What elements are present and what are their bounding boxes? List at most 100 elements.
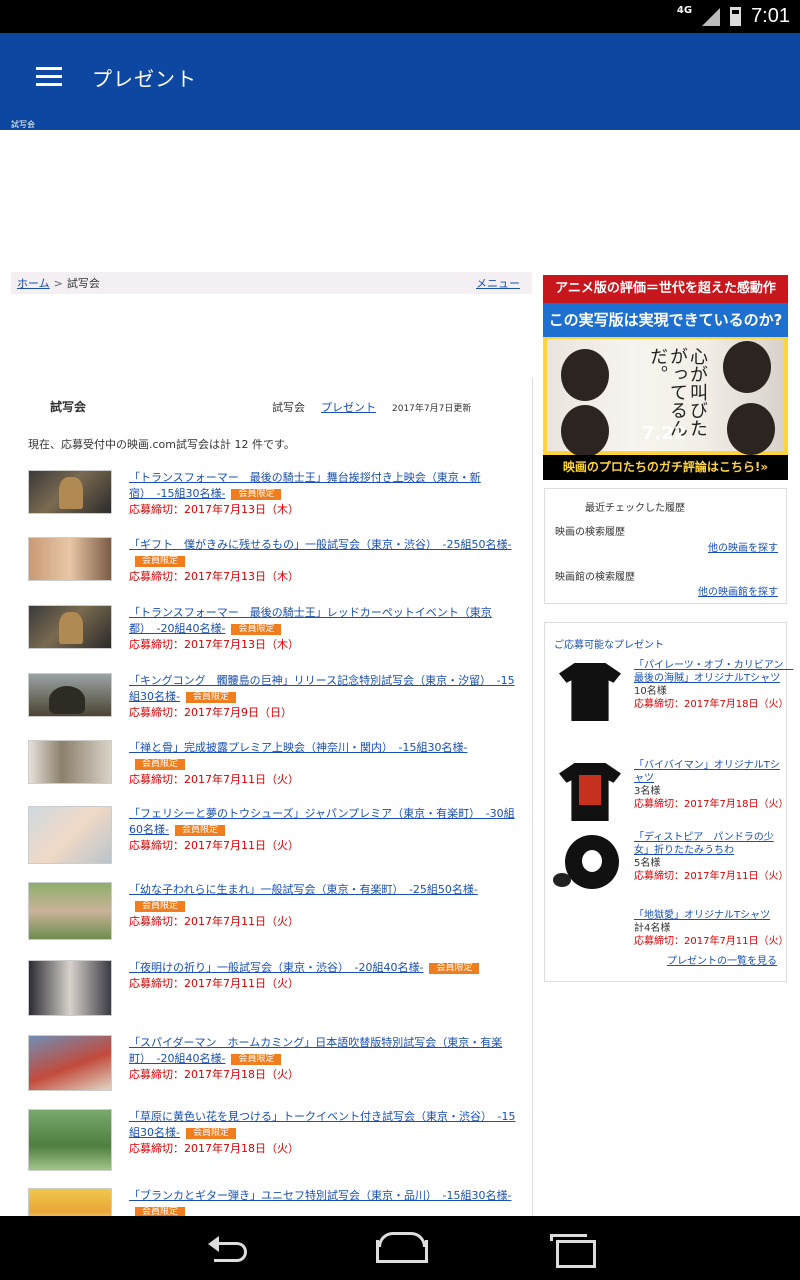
list-item: 「フェリシーと夢のトウシューズ」ジャパンプレミア（東京・有楽町） -30組60名… [28,806,523,872]
present-title-link[interactable]: 「パイレーツ・オブ・カリビアン 最後の海賊」オリジナルTシャツ [634,660,793,684]
event-thumbnail[interactable] [28,806,112,864]
list-item: 「キングコング 髑髏島の巨神」リリース記念特別試写会（東京・汐留） -15組30… [28,673,523,739]
event-thumbnail[interactable] [28,605,112,649]
event-deadline: 応募締切：2017年7月13日（木） [129,638,299,651]
list-item: 「ブランカとギター弾き」ユニセフ特別試写会（東京・品川） -15組30名様- 会員… [28,1188,523,1216]
page-title: プレゼント [92,67,197,91]
event-deadline: 応募締切：2017年7月18日（火） [129,1068,299,1081]
column-divider [532,378,533,1218]
event-deadline: 応募締切：2017年7月11日（火） [129,977,299,990]
list-item: 「トランスフォーマー 最後の騎士王」舞台挨拶付き上映会（東京・新宿） -15組3… [28,470,523,536]
present-title-link[interactable]: 「ディストピア パンドラの少女」折りたたみうちわ [634,832,774,856]
member-badge: 会員限定 [429,963,480,974]
member-badge: 会員限定 [135,1207,186,1216]
clock: 7:01 [751,5,790,27]
event-thumbnail[interactable] [28,740,112,784]
member-badge: 会員限定 [135,759,186,770]
presents-heading: ご応募可能なプレゼント [554,640,664,651]
hamburger-menu-icon[interactable] [36,67,62,87]
tshirt-image[interactable] [553,759,627,825]
event-title-link[interactable]: 「ブランカとギター弾き」ユニセフ特別試写会（東京・品川） -15組30名様- [129,1189,511,1202]
event-title-link[interactable]: 「トランスフォーマー 最後の騎士王」レッドカーペットイベント（東京都） -20組… [129,606,492,635]
fan-image[interactable] [553,831,627,897]
member-badge: 会員限定 [135,901,186,912]
member-badge: 会員限定 [231,489,282,500]
list-item: 「幼な子われらに生まれ」一般試写会（東京・有楽町） -25組50名様- 会員限定応… [28,882,523,948]
event-deadline: 応募締切：2017年7月13日（木） [129,570,299,583]
list-item: 「スパイダーマン ホームカミング」日本語吹替版特別試写会（東京・有楽町） -20… [28,1035,523,1101]
page-subtitle: 試写会 [11,120,35,129]
updated-date: 2017年7月7日更新 [392,404,472,414]
tshirt-image[interactable] [553,659,627,725]
member-badge: 会員限定 [231,1054,282,1065]
history-title: 最近チェックした履歴 [585,503,685,514]
history-panel: 最近チェックした履歴 映画の検索履歴 他の映画を探す 映画館の検索履歴 他の映画… [544,488,787,604]
event-thumbnail[interactable] [28,470,112,514]
member-badge: 会員限定 [135,556,186,567]
present-quantity: 計4名様 [634,923,671,934]
tab-present[interactable]: プレゼント [321,399,376,415]
event-thumbnail[interactable] [28,1188,112,1216]
ad-mid-line: この実写版は実現できているのか? [543,303,788,337]
ad-photo: 心が叫びたがってるんだ。 7.22 [547,339,784,457]
ad-date: 7.22 [642,423,687,444]
presents-panel: ご応募可能なプレゼント 「パイレーツ・オブ・カリビアン 最後の海賊」オリジナルT… [544,622,793,982]
event-thumbnail[interactable] [28,960,112,1016]
event-thumbnail[interactable] [28,673,112,717]
event-title-link[interactable]: 「禅と骨」完成披露プレミア上映会（神奈川・関内） -15組30名様- [129,741,467,754]
breadcrumb-separator: > [53,277,63,290]
event-thumbnail[interactable] [28,882,112,940]
present-quantity: 10名様 [634,686,667,697]
breadcrumb-home-link[interactable]: ホーム [17,277,50,290]
system-nav-bar [0,1216,800,1280]
ad-cta: 映画のプロたちのガチ評論はこちら!» [543,455,788,480]
list-item: 「ギフト 僕がきみに残せるもの」一般試写会（東京・渋谷） -25組50名様- 会員… [28,537,523,603]
member-badge: 会員限定 [174,825,225,836]
home-icon[interactable] [376,1232,428,1264]
intro-text: 現在、応募受付中の映画.com試写会は計 12 件です。 [28,438,295,451]
event-deadline: 応募締切：2017年7月11日（火） [129,839,299,852]
event-title-link[interactable]: 「トランスフォーマー 最後の騎士王」舞台挨拶付き上映会（東京・新宿） -15組3… [129,471,481,500]
event-thumbnail[interactable] [28,1035,112,1091]
breadcrumb-current: 試写会 [66,277,100,290]
find-theaters-link[interactable]: 他の映画館を探す [698,583,778,598]
back-icon[interactable] [206,1232,252,1264]
status-bar: 4G 7:01 [0,0,800,33]
list-item: 「草原に黄色い花を見つける」トークイベント付き試写会（東京・渋谷） -15組30… [28,1109,523,1175]
all-presents-link[interactable]: プレゼントの一覧を見る [667,952,777,967]
event-deadline: 応募締切：2017年7月13日（木） [129,503,299,516]
breadcrumb: ホーム > 試写会 メニュー [11,272,532,294]
tab-screening: 試写会 [272,401,305,414]
present-deadline: 応募締切：2017年7月18日（火） [634,799,789,810]
present-deadline: 応募締切：2017年7月11日（火） [634,936,789,947]
event-title-link[interactable]: 「夜明けの祈り」一般試写会（東京・渋谷） -20組40名様- [129,961,423,974]
event-deadline: 応募締切：2017年7月9日（日） [129,706,292,719]
list-item: 「禅と骨」完成披露プレミア上映会（神奈川・関内） -15組30名様- 会員限定応募… [28,740,523,806]
event-deadline: 応募締切：2017年7月11日（火） [129,915,299,928]
app-bar: プレゼント 試写会 [0,33,800,130]
member-badge: 会員限定 [231,624,282,635]
event-deadline: 応募締切：2017年7月11日（火） [129,773,299,786]
list-item: 「トランスフォーマー 最後の騎士王」レッドカーペットイベント（東京都） -20組… [28,605,523,671]
event-thumbnail[interactable] [28,537,112,581]
menu-link[interactable]: メニュー [476,275,520,291]
event-thumbnail[interactable] [28,1109,112,1171]
theater-history-label: 映画館の検索履歴 [555,572,635,583]
present-title-link[interactable]: 「バイバイマン」オリジナルTシャツ [634,760,780,784]
present-deadline: 応募締切：2017年7月18日（火） [634,699,789,710]
event-title-link[interactable]: 「幼な子われらに生まれ」一般試写会（東京・有楽町） -25組50名様- [129,883,478,896]
list-item: 「夜明けの祈り」一般試写会（東京・渋谷） -20組40名様- 会員限定応募締切：2… [28,960,523,1026]
ad-top-line: アニメ版の評価＝世代を超えた感動作 [543,275,788,303]
recent-apps-icon[interactable] [548,1232,596,1268]
event-title-link[interactable]: 「ギフト 僕がきみに残せるもの」一般試写会（東京・渋谷） -25組50名様- [129,538,511,551]
present-quantity: 3名様 [634,786,661,797]
member-badge: 会員限定 [185,692,236,703]
present-title-link[interactable]: 「地獄愛」オリジナルTシャツ [634,910,770,921]
present-deadline: 応募締切：2017年7月11日（火） [634,871,789,882]
event-title-link[interactable]: 「スパイダーマン ホームカミング」日本語吹替版特別試写会（東京・有楽町） -20… [129,1036,502,1065]
section-tabs: 試写会 プレゼント 2017年7月7日更新 [272,399,471,415]
find-movies-link[interactable]: 他の映画を探す [708,539,778,554]
ad-banner[interactable]: アニメ版の評価＝世代を超えた感動作 この実写版は実現できているのか? 心が叫びた… [543,275,788,480]
present-quantity: 5名様 [634,858,661,869]
network-type: 4G [676,5,693,16]
